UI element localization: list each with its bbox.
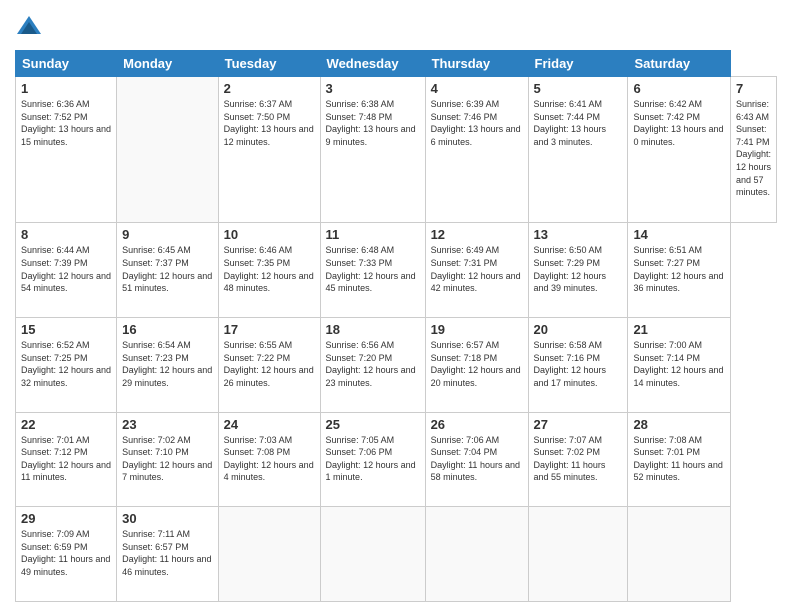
calendar-day-16: 16Sunrise: 6:54 AMSunset: 7:23 PMDayligh…	[117, 317, 218, 412]
calendar-day-11: 11Sunrise: 6:48 AMSunset: 7:33 PMDayligh…	[320, 223, 425, 318]
calendar-day-19: 19Sunrise: 6:57 AMSunset: 7:18 PMDayligh…	[425, 317, 528, 412]
calendar-day-2: 2Sunrise: 6:37 AMSunset: 7:50 PMDaylight…	[218, 77, 320, 223]
calendar-empty	[425, 507, 528, 602]
calendar-empty	[628, 507, 731, 602]
calendar-day-22: 22Sunrise: 7:01 AMSunset: 7:12 PMDayligh…	[16, 412, 117, 507]
calendar-day-27: 27Sunrise: 7:07 AMSunset: 7:02 PMDayligh…	[528, 412, 628, 507]
calendar-day-18: 18Sunrise: 6:56 AMSunset: 7:20 PMDayligh…	[320, 317, 425, 412]
calendar-day-14: 14Sunrise: 6:51 AMSunset: 7:27 PMDayligh…	[628, 223, 731, 318]
calendar-day-12: 12Sunrise: 6:49 AMSunset: 7:31 PMDayligh…	[425, 223, 528, 318]
calendar-day-17: 17Sunrise: 6:55 AMSunset: 7:22 PMDayligh…	[218, 317, 320, 412]
calendar-empty	[320, 507, 425, 602]
calendar-empty	[117, 77, 218, 223]
header-cell-wednesday: Wednesday	[320, 51, 425, 77]
calendar-day-23: 23Sunrise: 7:02 AMSunset: 7:10 PMDayligh…	[117, 412, 218, 507]
calendar-day-6: 6Sunrise: 6:42 AMSunset: 7:42 PMDaylight…	[628, 77, 731, 223]
header	[15, 10, 777, 42]
logo-icon	[15, 14, 43, 42]
calendar-day-10: 10Sunrise: 6:46 AMSunset: 7:35 PMDayligh…	[218, 223, 320, 318]
calendar-week-0: 1Sunrise: 6:36 AMSunset: 7:52 PMDaylight…	[16, 77, 777, 223]
calendar-day-28: 28Sunrise: 7:08 AMSunset: 7:01 PMDayligh…	[628, 412, 731, 507]
header-cell-saturday: Saturday	[628, 51, 731, 77]
calendar-day-21: 21Sunrise: 7:00 AMSunset: 7:14 PMDayligh…	[628, 317, 731, 412]
calendar-day-13: 13Sunrise: 6:50 AMSunset: 7:29 PMDayligh…	[528, 223, 628, 318]
calendar-table: SundayMondayTuesdayWednesdayThursdayFrid…	[15, 50, 777, 602]
header-cell-tuesday: Tuesday	[218, 51, 320, 77]
calendar-day-30: 30Sunrise: 7:11 AMSunset: 6:57 PMDayligh…	[117, 507, 218, 602]
calendar-empty	[218, 507, 320, 602]
calendar-day-1: 1Sunrise: 6:36 AMSunset: 7:52 PMDaylight…	[16, 77, 117, 223]
calendar-day-15: 15Sunrise: 6:52 AMSunset: 7:25 PMDayligh…	[16, 317, 117, 412]
calendar-day-25: 25Sunrise: 7:05 AMSunset: 7:06 PMDayligh…	[320, 412, 425, 507]
calendar-day-8: 8Sunrise: 6:44 AMSunset: 7:39 PMDaylight…	[16, 223, 117, 318]
calendar-header: SundayMondayTuesdayWednesdayThursdayFrid…	[16, 51, 777, 77]
calendar-empty	[528, 507, 628, 602]
calendar-week-1: 8Sunrise: 6:44 AMSunset: 7:39 PMDaylight…	[16, 223, 777, 318]
calendar-week-3: 22Sunrise: 7:01 AMSunset: 7:12 PMDayligh…	[16, 412, 777, 507]
header-cell-thursday: Thursday	[425, 51, 528, 77]
calendar-day-7: 7Sunrise: 6:43 AMSunset: 7:41 PMDaylight…	[730, 77, 776, 223]
header-cell-sunday: Sunday	[16, 51, 117, 77]
calendar-day-29: 29Sunrise: 7:09 AMSunset: 6:59 PMDayligh…	[16, 507, 117, 602]
page: SundayMondayTuesdayWednesdayThursdayFrid…	[0, 0, 792, 612]
calendar-day-9: 9Sunrise: 6:45 AMSunset: 7:37 PMDaylight…	[117, 223, 218, 318]
calendar-week-4: 29Sunrise: 7:09 AMSunset: 6:59 PMDayligh…	[16, 507, 777, 602]
header-cell-monday: Monday	[117, 51, 218, 77]
calendar-day-20: 20Sunrise: 6:58 AMSunset: 7:16 PMDayligh…	[528, 317, 628, 412]
calendar-body: 1Sunrise: 6:36 AMSunset: 7:52 PMDaylight…	[16, 77, 777, 602]
logo	[15, 14, 47, 42]
calendar-day-5: 5Sunrise: 6:41 AMSunset: 7:44 PMDaylight…	[528, 77, 628, 223]
calendar-day-4: 4Sunrise: 6:39 AMSunset: 7:46 PMDaylight…	[425, 77, 528, 223]
calendar-week-2: 15Sunrise: 6:52 AMSunset: 7:25 PMDayligh…	[16, 317, 777, 412]
header-row: SundayMondayTuesdayWednesdayThursdayFrid…	[16, 51, 777, 77]
calendar-day-3: 3Sunrise: 6:38 AMSunset: 7:48 PMDaylight…	[320, 77, 425, 223]
calendar-day-26: 26Sunrise: 7:06 AMSunset: 7:04 PMDayligh…	[425, 412, 528, 507]
calendar-day-24: 24Sunrise: 7:03 AMSunset: 7:08 PMDayligh…	[218, 412, 320, 507]
header-cell-friday: Friday	[528, 51, 628, 77]
